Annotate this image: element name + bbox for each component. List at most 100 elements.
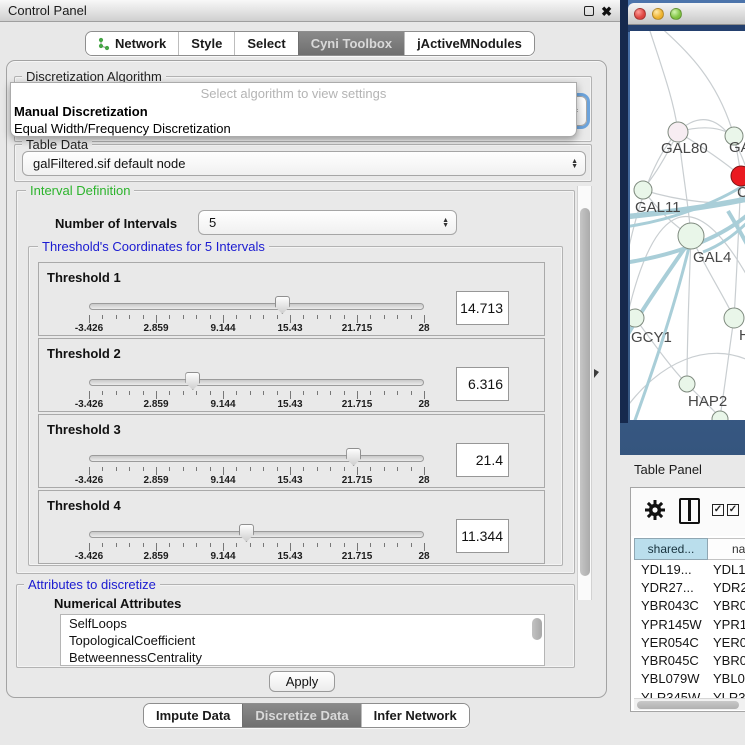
number-of-intervals-combobox[interactable]: 5 ▲▼ — [198, 210, 457, 235]
scale-label: 9.144 — [199, 323, 247, 334]
slider-thumb[interactable] — [275, 296, 290, 314]
table-row[interactable]: YBL079WYBL0 — [634, 670, 745, 688]
threshold-value-field[interactable]: 14.713 — [456, 291, 509, 325]
scale-label: 9.144 — [199, 551, 247, 562]
tab-cyni-toolbox[interactable]: Cyni Toolbox — [298, 32, 404, 55]
network-canvas[interactable]: GAL80GACGAL11GAL4GCY1HHAP2 — [630, 31, 745, 420]
cell-name: YBL0 — [708, 671, 745, 686]
tab-select[interactable]: Select — [234, 32, 297, 55]
number-of-intervals-label: Number of Intervals — [55, 216, 177, 231]
attribute-list-item[interactable]: BetweennessCentrality — [61, 649, 544, 666]
mode-tab-discretize-data[interactable]: Discretize Data — [242, 704, 360, 727]
checkbox-icon[interactable]: ✓ — [712, 504, 724, 516]
network-node-gcy1[interactable] — [630, 309, 644, 327]
table-panel-title: Table Panel — [634, 462, 702, 477]
threshold-value-field[interactable]: 11.344 — [456, 519, 509, 553]
tab-network[interactable]: Network — [86, 32, 178, 55]
cell-shared-name: YDL19... — [634, 562, 708, 577]
table-row[interactable]: YDR27...YDR2 — [634, 578, 745, 596]
network-node-gal80[interactable] — [668, 122, 688, 142]
table-data-group-title: Table Data — [22, 138, 92, 151]
tab-jactivemnodules[interactable]: jActiveMNodules — [404, 32, 534, 55]
numerical-attributes-list[interactable]: SelfLoopsTopologicalCoefficientBetweenne… — [60, 614, 545, 666]
scale-label: 2.859 — [132, 475, 180, 486]
table-header-row: shared... name — [634, 538, 745, 560]
network-icon — [98, 37, 110, 51]
slider-track[interactable] — [89, 455, 424, 462]
slider-ticks — [89, 467, 425, 475]
dropdown-option-equal-width[interactable]: Equal Width/Frequency Discretization — [14, 121, 231, 136]
split-column-icon[interactable] — [679, 498, 700, 524]
close-traffic-light-icon[interactable] — [634, 8, 646, 20]
slider-track[interactable] — [89, 303, 424, 310]
thresholds-group-title: Threshold's Coordinates for 5 Intervals — [38, 240, 269, 253]
scale-label: -3.426 — [65, 551, 113, 562]
scale-label: 9.144 — [199, 475, 247, 486]
table-row[interactable]: YDL19...YDL1 — [634, 560, 745, 578]
table-row[interactable]: YER054CYER0 — [634, 633, 745, 651]
float-window-icon[interactable] — [584, 6, 594, 16]
scale-label: 28 — [400, 323, 448, 334]
tab-label: Network — [115, 36, 166, 51]
tab-style[interactable]: Style — [178, 32, 234, 55]
scale-label: 28 — [400, 475, 448, 486]
list-scrollbar-thumb[interactable] — [532, 618, 542, 640]
settings-scrollbar[interactable] — [577, 186, 592, 600]
scale-label: 28 — [400, 399, 448, 410]
cell-name: YBR0 — [708, 598, 745, 613]
number-of-intervals-value: 5 — [209, 215, 216, 230]
network-node-gal11[interactable] — [634, 181, 652, 199]
slider-track[interactable] — [89, 379, 424, 386]
network-graph: GAL80GACGAL11GAL4GCY1HHAP2 — [630, 31, 745, 420]
close-icon[interactable]: ✖ — [601, 5, 612, 18]
slider-track[interactable] — [89, 531, 424, 538]
network-node-gal4[interactable] — [678, 223, 704, 249]
scale-label: 15.43 — [266, 551, 314, 562]
attribute-list-item[interactable]: TopologicalCoefficient — [61, 632, 544, 649]
minimize-traffic-light-icon[interactable] — [652, 8, 664, 20]
threshold-label: Threshold 4 — [47, 498, 121, 513]
table-row[interactable]: YBR045CYBR0 — [634, 651, 745, 669]
combo-arrows-icon: ▲▼ — [571, 159, 578, 169]
cell-shared-name: YDR27... — [634, 580, 708, 595]
table-hscrollbar[interactable] — [634, 698, 745, 710]
scale-label: 2.859 — [132, 399, 180, 410]
threshold-value-field[interactable]: 21.4 — [456, 443, 509, 477]
mode-tab-impute-data[interactable]: Impute Data — [144, 704, 242, 727]
network-window-edge — [620, 0, 628, 423]
scale-label: 28 — [400, 551, 448, 562]
table-data-selected: galFiltered.sif default node — [33, 156, 185, 171]
cyni-mode-tabbar: Impute Data Discretize Data Infer Network — [143, 703, 470, 728]
slider-thumb[interactable] — [185, 372, 200, 390]
threshold-value-field[interactable]: 6.316 — [456, 367, 509, 401]
table-data-combobox[interactable]: galFiltered.sif default node ▲▼ — [22, 151, 586, 176]
table-row[interactable]: YPR145WYPR1 — [634, 615, 745, 633]
node-label: GA — [729, 139, 745, 156]
attribute-list-item[interactable]: SelfLoops — [61, 615, 544, 632]
control-panel-tabbar: Network StyleSelectCyni ToolboxjActiveMNo… — [85, 31, 535, 56]
slider-thumb[interactable] — [346, 448, 361, 466]
network-node-hap2[interactable] — [679, 376, 695, 392]
table-row[interactable]: YBR043CYBR0 — [634, 597, 745, 615]
network-node-h[interactable] — [724, 308, 744, 328]
threshold-panel-1: Threshold 1-3.4262.8599.14415.4321.71528… — [38, 262, 545, 336]
hscrollbar-thumb[interactable] — [637, 701, 739, 709]
gear-icon[interactable] — [644, 499, 666, 521]
dropdown-option-manual[interactable]: Manual Discretization — [14, 104, 148, 119]
network-node[interactable] — [712, 411, 728, 420]
column-header-name[interactable]: name — [708, 538, 745, 560]
slider-thumb[interactable] — [239, 524, 254, 542]
scrollbar-thumb[interactable] — [580, 208, 590, 576]
checkbox-icon[interactable]: ✓ — [727, 504, 739, 516]
zoom-traffic-light-icon[interactable] — [670, 8, 682, 20]
cell-name: YER0 — [708, 635, 745, 650]
apply-button[interactable]: Apply — [269, 671, 335, 692]
slider-ticks — [89, 391, 425, 399]
node-label: C — [737, 184, 745, 201]
network-window-titlebar[interactable] — [628, 3, 745, 25]
mode-tab-label: Discretize Data — [255, 708, 348, 723]
mode-tab-infer-network[interactable]: Infer Network — [361, 704, 469, 727]
slider-ticks — [89, 315, 425, 323]
node-label: GAL11 — [635, 199, 681, 216]
column-header-shared-name[interactable]: shared... — [634, 538, 708, 560]
